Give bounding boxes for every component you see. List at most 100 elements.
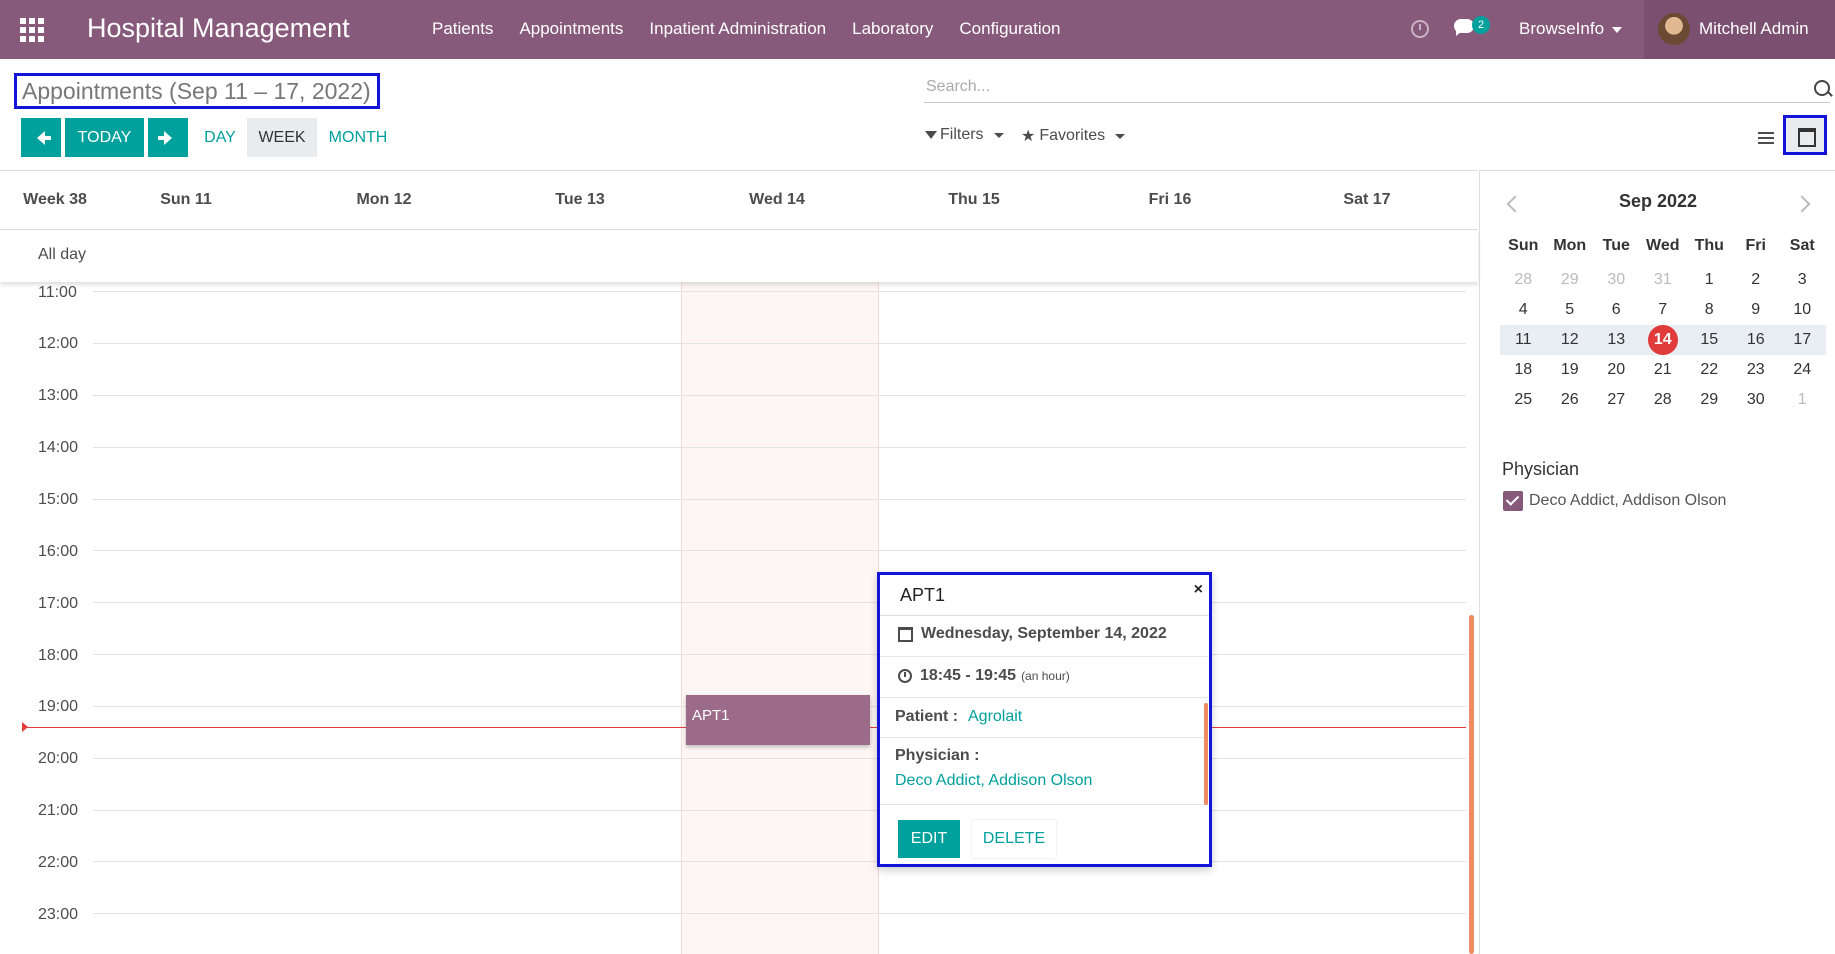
today-cell[interactable]: 14 <box>1640 325 1687 355</box>
menu-item-inpatient-administration[interactable]: Inpatient Administration <box>649 19 826 39</box>
day-cell[interactable]: 27 <box>1593 391 1640 409</box>
previous-button[interactable] <box>21 118 61 157</box>
day-cell[interactable]: 13 <box>1593 331 1640 349</box>
day-cell[interactable]: 26 <box>1547 391 1594 409</box>
search-bar <box>924 74 1830 103</box>
chat-count-badge: 2 <box>1472 16 1490 34</box>
current-time-marker-icon <box>22 722 28 732</box>
day-cell[interactable]: 1 <box>1686 271 1733 289</box>
weekday-header: Sun Mon Tue Wed Thu Fri Sat <box>1500 231 1826 261</box>
day-cell[interactable]: 25 <box>1500 391 1547 409</box>
chevron-down-icon <box>1115 133 1126 139</box>
list-view-button[interactable] <box>1750 122 1782 154</box>
hour-label: 12:00 <box>38 335 79 352</box>
patient-label: Patient : <box>895 708 959 725</box>
hour-label: 23:00 <box>38 906 79 923</box>
day-cell[interactable]: 28 <box>1640 391 1687 409</box>
calendar-header: Week 38 Sun 11 Mon 12 Tue 13 Wed 14 Thu … <box>0 171 1478 230</box>
day-cell[interactable]: 20 <box>1593 361 1640 379</box>
close-icon[interactable]: × <box>1194 581 1203 599</box>
chat-icon[interactable] <box>1454 19 1474 36</box>
scrollbar[interactable] <box>1469 615 1474 954</box>
day-cell[interactable]: 11 <box>1500 331 1547 349</box>
hour-line <box>93 550 1466 551</box>
delete-button[interactable]: DELETE <box>972 820 1056 858</box>
edit-button[interactable]: EDIT <box>898 820 960 858</box>
day-cell[interactable]: 29 <box>1547 271 1594 289</box>
day-cell[interactable]: 9 <box>1733 301 1780 319</box>
all-day-label: All day <box>38 246 87 263</box>
weekday-label: Sun <box>1508 237 1539 254</box>
menu-item-appointments[interactable]: Appointments <box>519 19 623 39</box>
day-cell[interactable]: 30 <box>1593 271 1640 289</box>
divider <box>880 737 1209 738</box>
day-cell[interactable]: 10 <box>1779 301 1826 319</box>
mini-calendar: Sun Mon Tue Wed Thu Fri Sat 28 29 30 31 … <box>1500 231 1826 415</box>
apps-menu-icon[interactable] <box>20 18 44 42</box>
company-switcher[interactable]: BrowseInfo <box>1519 19 1623 39</box>
user-menu[interactable]: Mitchell Admin <box>1644 0 1835 59</box>
activity-clock-icon[interactable] <box>1411 20 1429 38</box>
day-cell[interactable]: 17 <box>1779 331 1826 349</box>
day-cell[interactable]: 4 <box>1500 301 1547 319</box>
app-brand[interactable]: Hospital Management <box>87 13 350 44</box>
calendar-view-button[interactable] <box>1783 115 1827 155</box>
next-button[interactable] <box>148 118 188 157</box>
mini-calendar-title: Sep 2022 <box>1618 191 1698 211</box>
list-icon <box>1758 142 1774 144</box>
event-date-text: Wednesday, September 14, 2022 <box>921 625 1167 642</box>
day-cell[interactable]: 2 <box>1733 271 1780 289</box>
day-cell[interactable]: 30 <box>1733 391 1780 409</box>
patient-link[interactable]: Agrolait <box>968 708 1022 726</box>
scale-week-button[interactable]: WEEK <box>247 118 317 157</box>
day-cell[interactable]: 18 <box>1500 361 1547 379</box>
week-row: 28 29 30 31 1 2 3 <box>1500 265 1826 295</box>
scale-month-button[interactable]: MONTH <box>323 118 393 157</box>
event-popover: APT1 × Wednesday, September 14, 2022 18:… <box>877 572 1212 867</box>
day-cell[interactable]: 6 <box>1593 301 1640 319</box>
calendar-event[interactable]: APT1 <box>686 695 870 745</box>
menu-item-configuration[interactable]: Configuration <box>959 19 1060 39</box>
all-day-row[interactable]: All day <box>0 230 1478 282</box>
day-cell[interactable]: 22 <box>1686 361 1733 379</box>
day-cell[interactable]: 23 <box>1733 361 1780 379</box>
filters-label: Filters <box>940 126 984 143</box>
search-input[interactable] <box>924 74 1788 100</box>
day-cell[interactable]: 16 <box>1733 331 1780 349</box>
weekday-label: Fri <box>1745 237 1766 254</box>
popover-title: APT1 <box>900 585 946 605</box>
divider <box>880 656 1209 657</box>
day-cell[interactable]: 29 <box>1686 391 1733 409</box>
scrollbar[interactable] <box>1204 703 1208 805</box>
day-header-thu: Thu 15 <box>948 191 1000 208</box>
day-cell[interactable]: 24 <box>1779 361 1826 379</box>
filter-icon <box>925 131 937 139</box>
day-cell[interactable]: 3 <box>1779 271 1826 289</box>
scale-day-button[interactable]: DAY <box>198 118 242 157</box>
event-date: Wednesday, September 14, 2022 <box>898 625 1167 643</box>
filters-dropdown[interactable]: Filters <box>925 126 1004 144</box>
checkbox-checked-icon[interactable] <box>1503 491 1523 511</box>
day-cell[interactable]: 19 <box>1547 361 1594 379</box>
hour-line <box>93 499 1466 500</box>
clock-icon <box>898 669 912 683</box>
menu-item-laboratory[interactable]: Laboratory <box>852 19 933 39</box>
arrow-right-icon <box>158 130 172 145</box>
day-cell[interactable]: 15 <box>1686 331 1733 349</box>
day-cell[interactable]: 28 <box>1500 271 1547 289</box>
physician-link[interactable]: Deco Addict, Addison Olson <box>895 772 1092 790</box>
day-cell[interactable]: 12 <box>1547 331 1594 349</box>
day-cell[interactable]: 8 <box>1686 301 1733 319</box>
physician-filter-label[interactable]: Deco Addict, Addison Olson <box>1529 492 1726 510</box>
day-cell[interactable]: 5 <box>1547 301 1594 319</box>
day-cell[interactable]: 1 <box>1779 391 1826 409</box>
day-cell[interactable]: 31 <box>1640 271 1687 289</box>
search-icon[interactable] <box>1814 80 1830 96</box>
hour-label: 14:00 <box>38 439 79 456</box>
day-cell[interactable]: 7 <box>1640 301 1687 319</box>
today-button[interactable]: TODAY <box>65 118 144 157</box>
day-cell[interactable]: 21 <box>1640 361 1687 379</box>
hour-line <box>93 913 1466 914</box>
menu-item-patients[interactable]: Patients <box>432 19 493 39</box>
favorites-dropdown[interactable]: ★ Favorites <box>1021 126 1126 146</box>
